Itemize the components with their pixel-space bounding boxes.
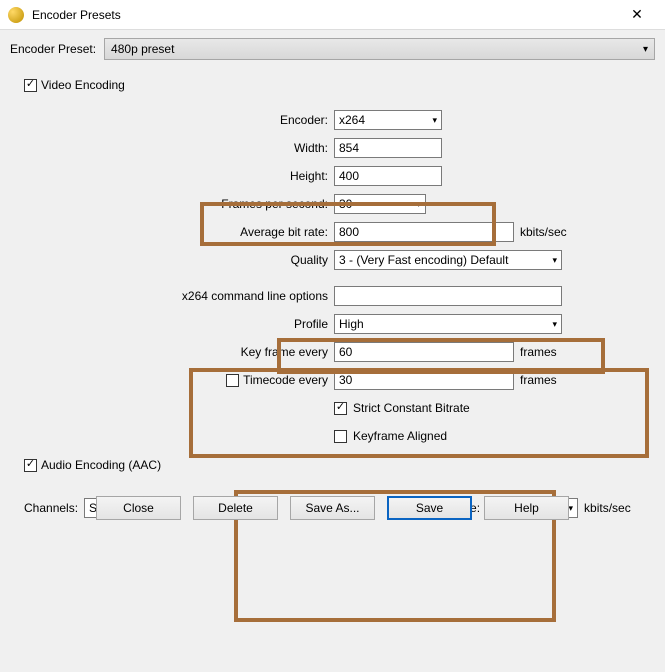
keyframe-aligned-label: Keyframe Aligned: [353, 429, 447, 443]
chevron-down-icon: ▾: [643, 44, 648, 55]
quality-select[interactable]: 3 - (Very Fast encoding) Default ▾: [334, 250, 562, 270]
delete-button[interactable]: Delete: [193, 496, 278, 520]
width-input[interactable]: [334, 138, 442, 158]
chevron-down-icon: ▾: [552, 319, 557, 330]
audio-encoding-checkbox-row: Audio Encoding (AAC): [24, 458, 641, 472]
chevron-down-icon: ▾: [416, 199, 421, 210]
content: Video Encoding Encoder: x264 ▾ Width: He…: [0, 68, 665, 532]
keyframe-aligned-checkbox[interactable]: [334, 430, 347, 443]
timecode-label: Timecode every: [243, 373, 328, 387]
preset-row: Encoder Preset: 480p preset ▾: [0, 30, 665, 68]
height-label: Height:: [24, 169, 334, 183]
avg-bitrate-label: Average bit rate:: [24, 225, 334, 239]
fps-label: Frames per second:: [24, 197, 334, 211]
audio-encoding-label: Audio Encoding (AAC): [41, 458, 161, 472]
preset-select[interactable]: 480p preset ▾: [104, 38, 655, 60]
app-icon: [8, 7, 24, 23]
keyframe-label: Key frame every: [24, 345, 334, 359]
strict-bitrate-label: Strict Constant Bitrate: [353, 401, 470, 415]
save-as-button[interactable]: Save As...: [290, 496, 375, 520]
preset-value: 480p preset: [111, 42, 174, 56]
keyframe-unit: frames: [520, 345, 557, 359]
video-encoding-label: Video Encoding: [41, 78, 125, 92]
save-button[interactable]: Save: [387, 496, 472, 520]
height-input[interactable]: [334, 166, 442, 186]
encoder-select[interactable]: x264 ▾: [334, 110, 442, 130]
fps-select[interactable]: 30 ▾: [334, 194, 426, 214]
video-encoding-checkbox-row: Video Encoding: [24, 78, 641, 92]
timecode-input[interactable]: [334, 370, 514, 390]
video-form: Encoder: x264 ▾ Width: Height: Frames pe…: [24, 106, 641, 522]
preset-label: Encoder Preset:: [10, 42, 96, 56]
timecode-unit: frames: [520, 373, 557, 387]
cmdline-label: x264 command line options: [24, 289, 334, 303]
close-icon[interactable]: ✕: [617, 6, 657, 23]
chevron-down-icon: ▾: [432, 115, 437, 126]
avg-bitrate-input[interactable]: [334, 222, 514, 242]
keyframe-input[interactable]: [334, 342, 514, 362]
close-button[interactable]: Close: [96, 496, 181, 520]
profile-select[interactable]: High ▾: [334, 314, 562, 334]
encoder-label: Encoder:: [24, 113, 334, 127]
chevron-down-icon: ▾: [552, 255, 557, 266]
titlebar: Encoder Presets ✕: [0, 0, 665, 30]
window-title: Encoder Presets: [32, 8, 617, 22]
button-bar: Close Delete Save As... Save Help: [0, 496, 665, 520]
video-encoding-checkbox[interactable]: [24, 79, 37, 92]
timecode-checkbox[interactable]: [226, 374, 239, 387]
profile-label: Profile: [24, 317, 334, 331]
cmdline-input[interactable]: [334, 286, 562, 306]
timecode-label-wrap: Timecode every: [24, 373, 334, 387]
help-button[interactable]: Help: [484, 496, 569, 520]
quality-label: Quality: [24, 253, 334, 267]
strict-bitrate-checkbox[interactable]: [334, 402, 347, 415]
width-label: Width:: [24, 141, 334, 155]
avg-bitrate-unit: kbits/sec: [520, 225, 567, 239]
audio-encoding-checkbox[interactable]: [24, 459, 37, 472]
